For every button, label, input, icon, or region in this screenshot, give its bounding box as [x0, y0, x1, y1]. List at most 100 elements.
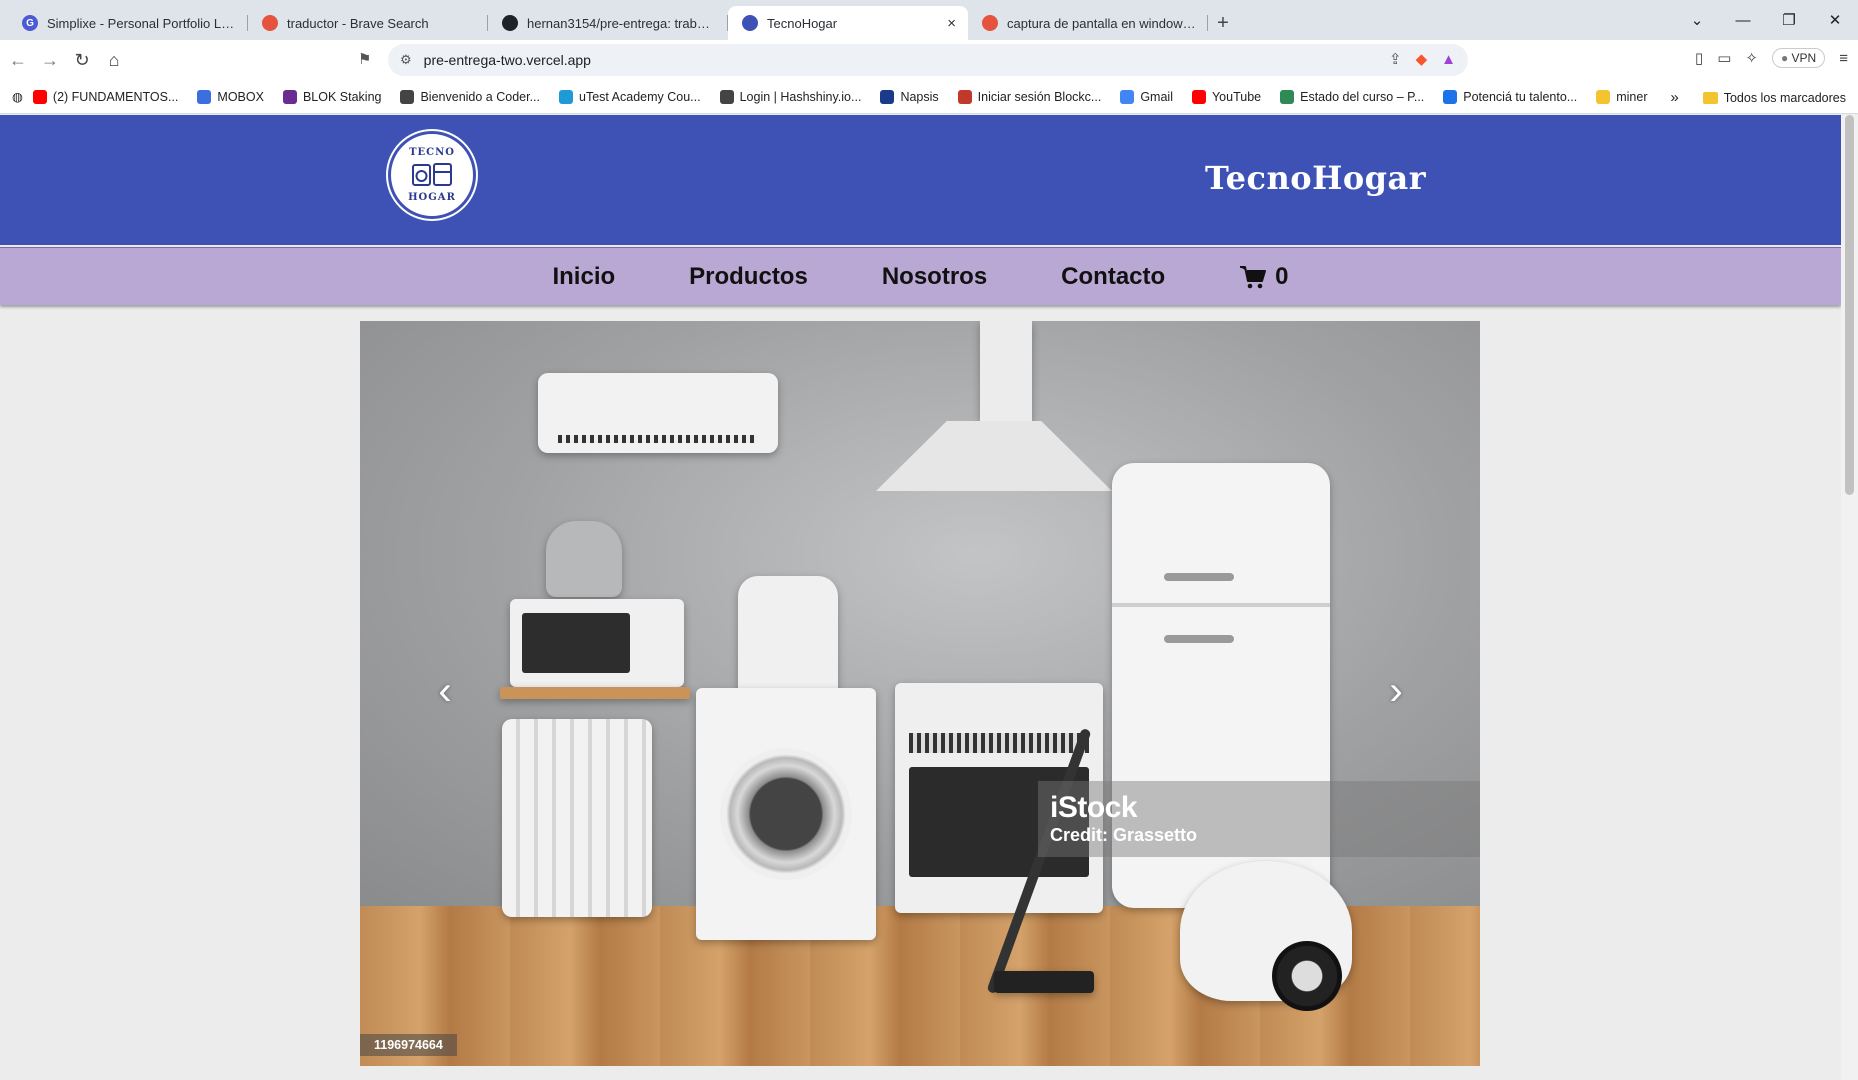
carousel-next-button[interactable]: › — [1376, 669, 1416, 713]
vacuum-cleaner-image — [1180, 861, 1352, 1011]
close-window-button[interactable]: ✕ — [1812, 11, 1858, 29]
bookmark-item[interactable]: Estado del curso – P... — [1280, 89, 1425, 104]
tab-search-icon[interactable]: ⌄ — [1674, 11, 1720, 29]
tab-favicon-icon — [262, 15, 278, 31]
browser-tab[interactable]: G Simplixe - Personal Portfolio Landin — [8, 6, 248, 40]
site-logo[interactable]: TECNO HOGAR — [388, 131, 476, 219]
vacuum-nozzle-image — [994, 971, 1094, 993]
vpn-button[interactable]: ● VPN — [1771, 48, 1826, 68]
bookmark-favicon-icon — [719, 89, 734, 104]
bookmark-label: Gmail — [1140, 89, 1173, 104]
bookmark-page-icon[interactable]: ⚑ — [358, 50, 371, 68]
bookmark-label: (2) FUNDAMENTOS... — [52, 89, 179, 104]
tab-favicon-icon — [982, 15, 998, 31]
brave-shields-icon[interactable]: ◆ — [1416, 50, 1428, 68]
bookmark-favicon-icon — [957, 89, 972, 104]
bookmark-label: miner — [1616, 89, 1648, 104]
bookmark-label: Potenciá tu talento... — [1463, 89, 1578, 104]
scrollbar-thumb[interactable] — [1845, 115, 1854, 495]
tab-strip: G Simplixe - Personal Portfolio Landin tra… — [0, 0, 1858, 40]
microwave-image — [510, 599, 684, 687]
bookmark-label: BLOK Staking — [302, 89, 382, 104]
share-icon[interactable]: ⇪ — [1389, 50, 1402, 68]
bookmark-item[interactable]: Login | Hashshiny.io... — [719, 89, 861, 104]
leo-ai-icon[interactable]: ✧ — [1745, 49, 1758, 67]
site-info-icon[interactable]: ⚙ — [400, 52, 412, 68]
chevron-left-icon: ‹ — [438, 668, 452, 713]
logo-text-top: TECNO — [409, 147, 455, 158]
bookmark-item[interactable]: BLOK Staking — [282, 89, 382, 104]
nav-nosotros[interactable]: Nosotros — [882, 263, 987, 291]
bookmark-item[interactable]: Bienvenido a Coder... — [400, 89, 540, 104]
wallet-icon[interactable]: ▭ — [1717, 49, 1731, 67]
bookmark-item[interactable]: Gmail — [1120, 89, 1173, 104]
bookmark-favicon-icon — [32, 89, 47, 104]
bookmarks-overflow-button[interactable]: » — [1670, 89, 1678, 106]
sidebar-icon[interactable]: ▯ — [1695, 49, 1703, 67]
cart-count: 0 — [1275, 262, 1289, 290]
appliances-logo-icon — [412, 163, 452, 186]
bookmark-label: Estado del curso – P... — [1300, 89, 1425, 104]
bookmark-globe-icon[interactable]: ◍ — [12, 89, 23, 104]
bookmark-favicon-icon — [1443, 89, 1458, 104]
bookmark-item[interactable]: Napsis — [880, 89, 939, 104]
bookmark-item[interactable]: YouTube — [1191, 89, 1262, 104]
tab-title: hernan3154/pre-entrega: trabajo pr — [527, 15, 716, 31]
shelf-image — [500, 687, 690, 699]
bookmark-favicon-icon — [1280, 89, 1295, 104]
watermark-credit: Credit: Grassetto — [1050, 825, 1198, 845]
tab-title: captura de pantalla en windows - B — [1007, 15, 1196, 31]
carousel-prev-button[interactable]: ‹ — [425, 668, 465, 713]
page-scrollbar[interactable] — [1841, 115, 1858, 1080]
range-hood-chimney-image — [980, 321, 1032, 421]
url-text[interactable]: pre-entrega-two.vercel.app — [424, 52, 591, 68]
tab-favicon-icon: G — [22, 15, 38, 31]
bookmark-item[interactable]: Potenciá tu talento... — [1443, 89, 1578, 104]
bookmark-label: YouTube — [1211, 89, 1262, 104]
browser-tab[interactable]: hernan3154/pre-entrega: trabajo pr — [488, 6, 728, 40]
window-controls: ⌄ — ❐ ✕ — [1674, 0, 1858, 40]
watermark-brand: iStock — [1050, 791, 1138, 824]
oil-heater-image — [502, 719, 652, 917]
bookmark-label: MOBOX — [217, 89, 264, 104]
close-tab-icon[interactable]: × — [947, 15, 956, 32]
bookmark-item[interactable]: (2) FUNDAMENTOS... — [32, 89, 179, 104]
browser-tab[interactable]: TecnoHogar × — [728, 6, 968, 40]
menu-icon[interactable]: ≡ — [1839, 50, 1848, 67]
istock-watermark: iStock Credit: Grassetto — [1038, 781, 1480, 857]
washing-machine-image — [696, 688, 876, 940]
bookmark-favicon-icon — [880, 89, 895, 104]
address-bar[interactable]: ⚙ pre-entrega-two.vercel.app ⇪ ◆ ▲ — [388, 44, 1468, 76]
brave-rewards-icon[interactable]: ▲ — [1441, 51, 1456, 68]
minimize-button[interactable]: — — [1720, 12, 1766, 29]
browser-tab[interactable]: captura de pantalla en windows - B — [968, 6, 1208, 40]
bookmark-label: Iniciar sesión Blockc... — [977, 89, 1102, 104]
kettle-image — [546, 521, 622, 597]
nav-contacto[interactable]: Contacto — [1061, 263, 1165, 291]
forward-icon[interactable]: → — [36, 50, 64, 71]
home-icon[interactable]: ⌂ — [100, 50, 128, 71]
site-header: TECNO HOGAR TecnoHogar — [0, 115, 1841, 245]
main-nav: Inicio Productos Nosotros Contacto 0 — [0, 247, 1841, 305]
hero-carousel[interactable]: iStock Credit: Grassetto 1196974664 ‹ › — [360, 321, 1480, 1066]
nav-inicio[interactable]: Inicio — [552, 263, 615, 291]
logo-text-bottom: HOGAR — [408, 192, 456, 203]
bookmark-item[interactable]: MOBOX — [197, 89, 264, 104]
bookmarks-bar: ◍ (2) FUNDAMENTOS... MOBOX BLOK Staking Bie… — [0, 80, 1858, 114]
restore-button[interactable]: ❐ — [1766, 11, 1812, 29]
site-title: TecnoHogar — [1205, 159, 1427, 197]
bookmark-item[interactable]: Iniciar sesión Blockc... — [957, 89, 1102, 104]
back-icon[interactable]: ← — [4, 50, 32, 71]
new-tab-button[interactable]: + — [1208, 6, 1238, 40]
tab-title: Simplixe - Personal Portfolio Landin — [47, 15, 236, 31]
bookmark-favicon-icon — [197, 89, 212, 104]
bookmark-item[interactable]: uTest Academy Cou... — [559, 89, 701, 104]
bookmark-label: Napsis — [900, 89, 939, 104]
browser-tab[interactable]: traductor - Brave Search — [248, 6, 488, 40]
bookmark-item[interactable]: miner — [1596, 89, 1648, 104]
nav-productos[interactable]: Productos — [689, 263, 808, 291]
reload-icon[interactable]: ↻ — [68, 50, 96, 71]
all-bookmarks-button[interactable]: Todos los marcadores — [1724, 91, 1846, 105]
cart-button[interactable]: 0 — [1239, 262, 1289, 291]
cart-icon — [1240, 265, 1267, 288]
